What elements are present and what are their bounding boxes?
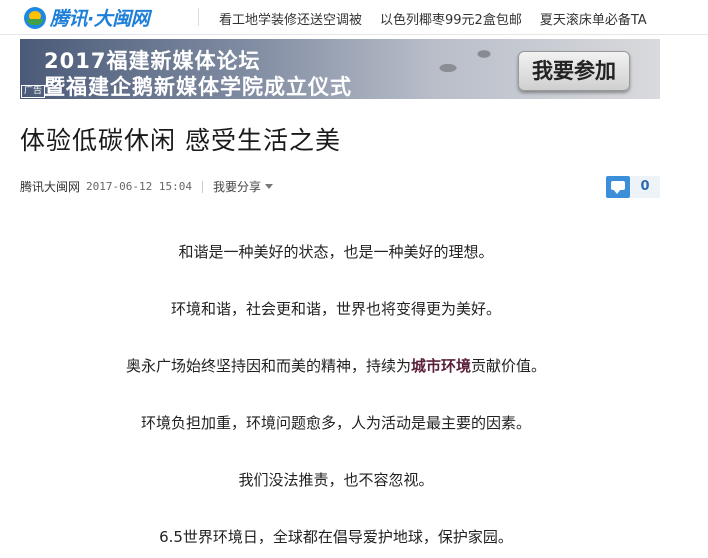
- article-source[interactable]: 腾讯大闽网: [20, 178, 80, 195]
- paragraph-text: 奥永广场始终坚持因和而美的精神，持续为: [125, 357, 411, 375]
- top-link-dates[interactable]: 以色列椰枣99元2盒包邮: [380, 9, 522, 28]
- city-environment-link[interactable]: 城市环境: [411, 357, 471, 375]
- paragraph: 奥永广场始终坚持因和而美的精神，持续为城市环境贡献价值。: [0, 355, 672, 376]
- ad-banner[interactable]: 2017福建新媒体论坛 暨福建企鹅新媒体学院成立仪式 我要参加 广告: [20, 39, 660, 99]
- banner-subheadline: 暨福建企鹅新媒体学院成立仪式: [44, 75, 352, 99]
- logo-text: 腾讯·大闽网: [50, 8, 150, 30]
- divider: [198, 8, 199, 26]
- paragraph-text: 贡献价值。: [471, 357, 547, 375]
- article-meta: 腾讯大闽网 2017-06-12 15:04 我要分享: [20, 178, 273, 195]
- top-link-summer[interactable]: 夏天滚床单必备TA: [540, 9, 647, 28]
- share-label: 我要分享: [212, 180, 261, 194]
- top-bar: 腾讯·大闽网 看工地学装修还送空调被 以色列椰枣99元2盒包邮 夏天滚床单必备T…: [0, 0, 708, 35]
- paragraph: 和谐是一种美好的状态，也是一种美好的理想。: [178, 243, 494, 261]
- paragraph: 环境负担加重，环境问题愈多，人为活动是最主要的因素。: [140, 414, 531, 432]
- article-title: 体验低碳休闲 感受生活之美: [20, 126, 341, 155]
- comment-count: 0: [630, 176, 660, 198]
- meta-divider: [201, 180, 203, 193]
- comment-button[interactable]: 0: [606, 176, 660, 198]
- chevron-down-icon: [265, 184, 273, 189]
- paragraph: 环境和谐，社会更和谐，世界也将变得更为美好。: [170, 300, 501, 318]
- ad-label: 广告: [21, 85, 46, 98]
- top-link-renovation[interactable]: 看工地学装修还送空调被: [219, 9, 362, 28]
- comment-icon: [606, 176, 630, 198]
- site-logo[interactable]: 腾讯·大闽网: [24, 4, 150, 31]
- paragraph: 6.5世界环境日，全球都在倡导爱护地球，保护家园。: [159, 528, 513, 546]
- top-nav-links: 看工地学装修还送空调被 以色列椰枣99元2盒包邮 夏天滚床单必备TA: [219, 9, 647, 28]
- article-date: 2017-06-12 15:04: [86, 180, 192, 193]
- tencent-logo-icon: [24, 6, 46, 29]
- share-button[interactable]: 我要分享: [213, 178, 273, 195]
- paragraph: 我们没法推责，也不容忽视。: [238, 471, 434, 489]
- banner-decoration: [400, 39, 520, 99]
- join-button[interactable]: 我要参加: [518, 51, 630, 91]
